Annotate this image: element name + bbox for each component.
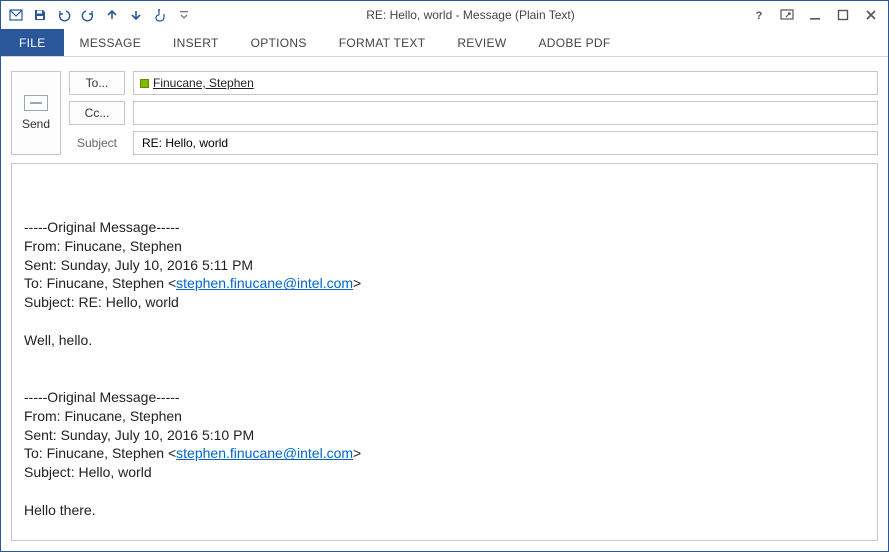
- compose-header: Send To... Finucane, Stephen Cc... Subje…: [1, 57, 888, 163]
- body-line: -----Original Message-----: [24, 219, 180, 235]
- to-field[interactable]: Finucane, Stephen: [133, 71, 878, 95]
- body-line: Sent: Sunday, July 10, 2016 5:10 PM: [24, 427, 254, 443]
- minimize-icon[interactable]: [802, 4, 828, 26]
- body-line: -----Original Message-----: [24, 389, 180, 405]
- save-icon[interactable]: [29, 4, 51, 26]
- body-line: From: Finucane, Stephen: [24, 238, 182, 254]
- window-icon: [5, 4, 27, 26]
- to-button[interactable]: To...: [69, 71, 125, 95]
- title-bar: RE: Hello, world - Message (Plain Text) …: [1, 1, 888, 29]
- body-line: Well, hello.: [24, 332, 92, 348]
- tab-file[interactable]: FILE: [1, 29, 64, 56]
- cc-input[interactable]: [140, 105, 871, 121]
- email-link[interactable]: stephen.finucane@intel.com: [176, 445, 353, 461]
- undo-icon[interactable]: [53, 4, 75, 26]
- message-body[interactable]: -----Original Message----- From: Finucan…: [11, 163, 878, 541]
- subject-label: Subject: [69, 131, 125, 155]
- tab-review[interactable]: REVIEW: [441, 29, 522, 56]
- help-icon[interactable]: ?: [746, 4, 772, 26]
- cc-button[interactable]: Cc...: [69, 101, 125, 125]
- send-icon: [24, 95, 48, 111]
- ribbon-tabs: FILE MESSAGE INSERT OPTIONS FORMAT TEXT …: [1, 29, 888, 57]
- tab-message[interactable]: MESSAGE: [64, 29, 157, 56]
- touch-mode-icon[interactable]: [149, 4, 171, 26]
- window-title: RE: Hello, world - Message (Plain Text): [195, 8, 746, 22]
- redo-icon[interactable]: [77, 4, 99, 26]
- next-item-icon[interactable]: [125, 4, 147, 26]
- previous-item-icon[interactable]: [101, 4, 123, 26]
- body-line: To: Finucane, Stephen <stephen.finucane@…: [24, 275, 361, 291]
- presence-available-icon: [140, 79, 149, 88]
- tab-options[interactable]: OPTIONS: [235, 29, 323, 56]
- tab-format-text[interactable]: FORMAT TEXT: [323, 29, 442, 56]
- cc-row: Cc...: [69, 101, 878, 125]
- maximize-icon[interactable]: [830, 4, 856, 26]
- body-line: Sent: Sunday, July 10, 2016 5:11 PM: [24, 257, 253, 273]
- subject-input[interactable]: [140, 135, 871, 151]
- window-controls: ?: [746, 4, 884, 26]
- send-button[interactable]: Send: [11, 71, 61, 155]
- close-icon[interactable]: [858, 4, 884, 26]
- quick-access-toolbar: [5, 4, 195, 26]
- body-line: Subject: RE: Hello, world: [24, 294, 179, 310]
- header-fields: To... Finucane, Stephen Cc... Subject: [69, 71, 878, 155]
- body-line: To: Finucane, Stephen <stephen.finucane@…: [24, 445, 361, 461]
- send-label: Send: [22, 117, 50, 131]
- body-line: Hello there.: [24, 502, 96, 518]
- tab-adobe-pdf[interactable]: ADOBE PDF: [522, 29, 626, 56]
- subject-field[interactable]: [133, 131, 878, 155]
- to-recipient[interactable]: Finucane, Stephen: [153, 76, 254, 90]
- qat-customize-icon[interactable]: [173, 4, 195, 26]
- svg-text:?: ?: [756, 10, 763, 21]
- subject-row: Subject: [69, 131, 878, 155]
- to-row: To... Finucane, Stephen: [69, 71, 878, 95]
- tab-insert[interactable]: INSERT: [157, 29, 235, 56]
- ribbon-options-icon[interactable]: [774, 4, 800, 26]
- email-link[interactable]: stephen.finucane@intel.com: [176, 275, 353, 291]
- body-line: Subject: Hello, world: [24, 464, 152, 480]
- cc-field[interactable]: [133, 101, 878, 125]
- body-line: From: Finucane, Stephen: [24, 408, 182, 424]
